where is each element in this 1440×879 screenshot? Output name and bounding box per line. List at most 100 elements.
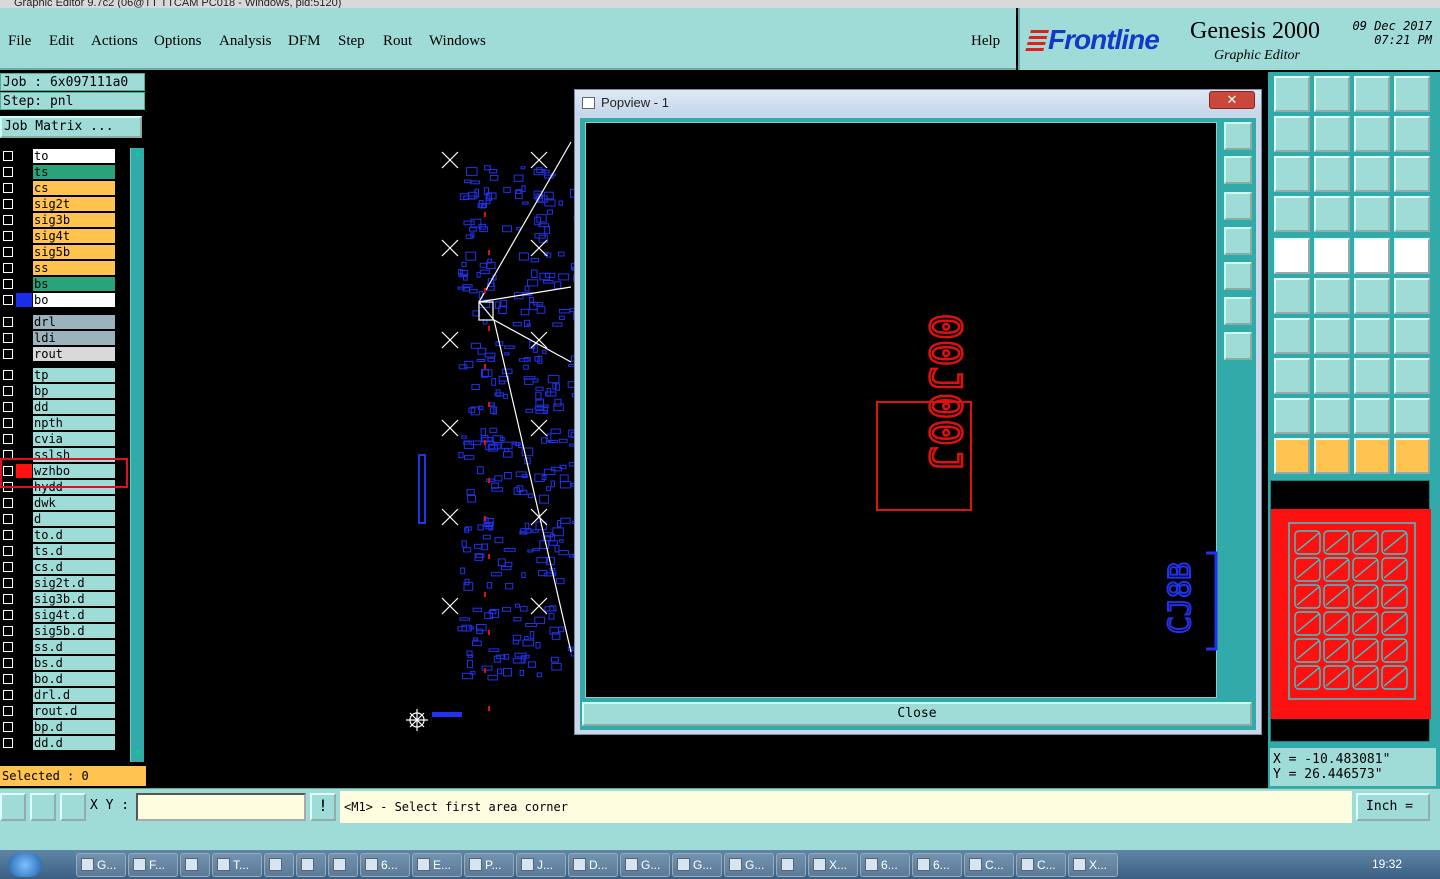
select-icon[interactable] <box>1354 438 1390 474</box>
layer-name[interactable]: cs <box>33 181 115 195</box>
taskbar-item[interactable] <box>180 853 210 877</box>
home-icon[interactable] <box>1274 76 1310 112</box>
scroll-up-icon[interactable]: ▲ <box>132 148 144 160</box>
layer-checkbox[interactable] <box>3 247 13 257</box>
right-icon[interactable] <box>1314 116 1350 152</box>
layer-name[interactable]: ldi <box>33 331 115 345</box>
layer-row[interactable]: ss <box>0 260 116 276</box>
connect-icon[interactable] <box>1274 278 1310 314</box>
layer-checkbox[interactable] <box>3 434 13 444</box>
cross-icon[interactable] <box>1314 278 1350 314</box>
popview-pan-down-icon[interactable] <box>1224 192 1252 220</box>
layer-color-swatch[interactable] <box>16 544 32 558</box>
copy-icon[interactable] <box>1394 358 1430 394</box>
layer-color-swatch[interactable] <box>16 213 32 227</box>
layer-checkbox[interactable] <box>3 295 13 305</box>
slope-icon[interactable] <box>1274 318 1310 354</box>
grid-icon[interactable] <box>60 793 86 821</box>
line-icon[interactable] <box>1314 238 1350 274</box>
layer-row[interactable]: cs.d <box>0 559 116 575</box>
layer-row[interactable]: ldi <box>0 330 116 346</box>
layer-name[interactable]: d <box>33 512 115 526</box>
layer-checkbox[interactable] <box>3 386 13 396</box>
layer-row[interactable]: dd <box>0 399 116 415</box>
layer-checkbox[interactable] <box>3 514 13 524</box>
layer-color-swatch[interactable] <box>16 277 32 291</box>
layer-color-swatch[interactable] <box>16 736 32 750</box>
layer-row[interactable]: dd.d <box>0 735 116 751</box>
dash-icon[interactable] <box>1314 358 1350 394</box>
taskbar-item[interactable] <box>776 853 806 877</box>
taskbar-item[interactable]: X... <box>808 853 858 877</box>
layer-name[interactable]: to <box>33 149 115 163</box>
layer-row[interactable]: sig4t <box>0 228 116 244</box>
menu-edit[interactable]: Edit <box>49 33 74 50</box>
layer-name[interactable]: ss.d <box>33 640 115 654</box>
popview-pan-right-icon[interactable] <box>1224 262 1252 290</box>
layer-row[interactable]: to <box>0 148 116 164</box>
mirror-icon[interactable] <box>1394 318 1430 354</box>
zoom-icon[interactable] <box>1314 156 1350 192</box>
layer-name[interactable]: drl <box>33 315 115 329</box>
layer-name[interactable]: sig4t <box>33 229 115 243</box>
layer-row[interactable]: sig2t.d <box>0 575 116 591</box>
layer-checkbox[interactable] <box>3 167 13 177</box>
layer-checkbox[interactable] <box>3 263 13 273</box>
layer-name[interactable]: cs.d <box>33 560 115 574</box>
layer-name[interactable]: bp.d <box>33 720 115 734</box>
layer-row[interactable]: bo <box>0 292 116 308</box>
layer-name[interactable]: bo <box>33 293 115 307</box>
alert-icon[interactable]: ! <box>310 793 336 821</box>
pad-icon[interactable] <box>1274 238 1310 274</box>
layer-scrollbar[interactable]: ▲ ▼ <box>130 148 144 762</box>
triangle-icon[interactable] <box>1274 398 1310 434</box>
taskbar-item[interactable]: G... <box>76 853 126 877</box>
layer-row[interactable]: sig2t <box>0 196 116 212</box>
popview-titlebar[interactable]: Popview - 1 <box>575 90 1261 116</box>
menu-step[interactable]: Step <box>338 33 365 50</box>
layer-checkbox[interactable] <box>3 333 13 343</box>
layer-color-swatch[interactable] <box>16 181 32 195</box>
layer-name[interactable]: sig3b <box>33 213 115 227</box>
popview-close-x-button[interactable]: ✕ <box>1209 91 1255 109</box>
left-icon[interactable] <box>1274 116 1310 152</box>
layer-checkbox[interactable] <box>3 546 13 556</box>
layer-name[interactable]: rout <box>33 347 115 361</box>
layer-name[interactable]: sig5b.d <box>33 624 115 638</box>
layer-checkbox[interactable] <box>3 674 13 684</box>
layer-name[interactable]: cvia <box>33 432 115 446</box>
taskbar-item[interactable]: E... <box>412 853 462 877</box>
snap-a-icon[interactable] <box>1314 398 1350 434</box>
s-icon[interactable] <box>1394 116 1430 152</box>
taskbar-item[interactable]: C... <box>1016 853 1066 877</box>
layer-row[interactable]: cvia <box>0 431 116 447</box>
unit-selector[interactable]: Inch = <box>1356 793 1430 821</box>
layer-color-swatch[interactable] <box>16 400 32 414</box>
layer-row[interactable]: sig5b <box>0 244 116 260</box>
layer-row[interactable]: dwk <box>0 495 116 511</box>
layer-color-swatch[interactable] <box>16 704 32 718</box>
layer-color-swatch[interactable] <box>16 560 32 574</box>
layer-name[interactable]: ss <box>33 261 115 275</box>
layer-checkbox[interactable] <box>3 231 13 241</box>
layer-checkbox[interactable] <box>3 626 13 636</box>
popview-pan-up-icon[interactable] <box>1224 156 1252 184</box>
layer-color-swatch[interactable] <box>16 149 32 163</box>
tools-icon[interactable] <box>1274 196 1310 232</box>
layer-checkbox[interactable] <box>3 578 13 588</box>
taskbar-item[interactable]: J... <box>516 853 566 877</box>
layer-name[interactable]: rout.d <box>33 704 115 718</box>
layer-checkbox[interactable] <box>3 562 13 572</box>
layer-row[interactable]: bs.d <box>0 655 116 671</box>
taskbar-item[interactable]: G... <box>724 853 774 877</box>
taskbar-item[interactable]: 6... <box>360 853 410 877</box>
layer-row[interactable]: bo.d <box>0 671 116 687</box>
layer-checkbox[interactable] <box>3 498 13 508</box>
taskbar-item[interactable]: T... <box>212 853 262 877</box>
layer-color-swatch[interactable] <box>16 624 32 638</box>
layer-color-swatch[interactable] <box>16 293 32 307</box>
layer-color-swatch[interactable] <box>16 416 32 430</box>
window-icon[interactable] <box>1394 76 1430 112</box>
layer-checkbox[interactable] <box>3 370 13 380</box>
node-icon[interactable] <box>1394 438 1430 474</box>
